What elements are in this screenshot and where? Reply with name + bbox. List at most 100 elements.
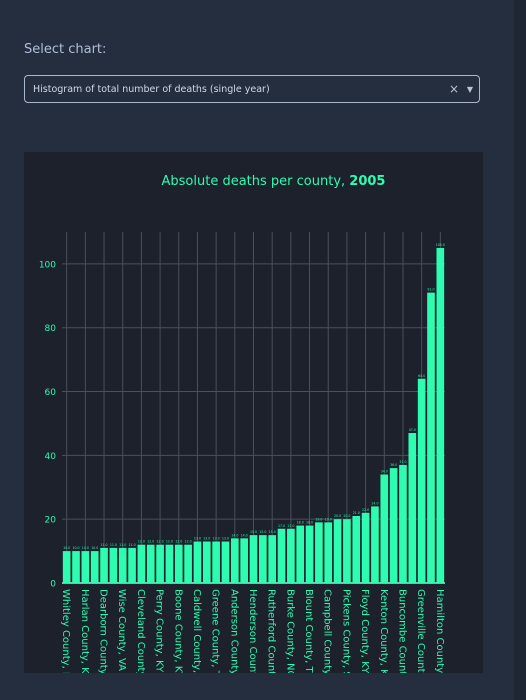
data-label: 64.0 [418,374,425,378]
data-label: 12.0 [175,540,182,544]
chart-title: Absolute deaths per county, 2005 [162,174,386,189]
bar [408,433,417,583]
bar [109,547,118,583]
data-label: 37.0 [399,460,406,464]
data-label: 34.0 [381,470,388,474]
data-label: 11.0 [110,543,117,547]
data-label: 11.0 [129,543,136,547]
y-tick-label: 60 [45,388,57,398]
data-label: 17.0 [287,524,294,528]
bar [240,538,248,583]
data-label: 12.0 [138,540,145,544]
bar [90,551,99,583]
bar [380,474,389,583]
data-label: 10.0 [63,546,70,550]
bar [118,547,127,583]
data-label: 13.0 [194,537,201,541]
bar [361,512,370,583]
bar [259,535,267,583]
chevron-down-icon[interactable]: ▼ [461,85,479,94]
bar [72,551,80,583]
bar [324,522,333,583]
data-label: 91.0 [427,288,434,292]
x-tick-label: Kenton County, KY [378,589,389,673]
data-label: 22.0 [362,508,369,512]
bar [174,544,183,583]
data-label: 19.0 [315,517,322,521]
bar [249,535,258,583]
bar [352,515,361,583]
bar [230,538,239,583]
bar [146,544,155,583]
bar [436,247,445,584]
y-tick-label: 0 [50,580,56,590]
bar [389,468,398,583]
bar [212,541,220,583]
data-label: 10.0 [72,546,79,550]
bar [81,551,90,583]
x-tick-label: Harlan County, KY [79,589,90,673]
bar [277,528,286,583]
chart-svg: Absolute deaths per county, 2005 0 20 40 60 8… [39,174,445,673]
x-tick-label: Anderson County, TN [228,589,239,673]
data-label: 15.0 [250,530,257,534]
bar [202,541,211,583]
bar [371,506,379,583]
data-label: 11.0 [100,543,107,547]
x-tick-label: Hamilton County, OH [434,589,445,673]
x-tick-label: Greene County, TN [210,589,221,673]
x-tick-label: Dearborn County, IN [98,589,109,673]
bar [399,464,407,583]
data-label: 10.0 [82,546,89,550]
x-tick-label: Rutherford County, NC [266,589,277,673]
x-tick-label: Buncombe County, NC [396,589,407,673]
x-tick-label: Cleveland County, NC [135,589,146,673]
data-label: 11.0 [119,543,126,547]
x-tick-label: Caldwell County, NC [191,589,202,673]
data-label: 20.0 [343,514,350,518]
data-label: 14.0 [241,533,248,537]
data-label: 10.0 [91,546,98,550]
bar [156,544,164,583]
data-label: 17.0 [278,524,285,528]
bar [100,547,108,583]
x-tick-label: Floyd County, KY [359,589,370,673]
data-label: 36.0 [390,463,397,467]
bar [137,544,146,583]
y-tick-label: 40 [45,452,57,462]
data-label: 13.0 [213,537,220,541]
data-label: 19.0 [325,517,332,521]
bar [128,547,136,583]
deaths-bar-chart: Absolute deaths per county, 2005 0 20 40 60 8… [24,152,483,673]
bar [315,522,323,583]
bar [333,519,342,583]
x-tick-label: Perry County, KY [154,589,165,673]
y-tick-label: 100 [39,260,56,270]
x-tick-label: Boone County, KY [172,589,183,673]
data-label: 47.0 [409,428,416,432]
bar [343,519,351,583]
data-label: 24.0 [371,501,378,505]
x-tick-label: Burke County, NC [284,589,295,673]
chart-select-value: Histogram of total number of deaths (sin… [33,83,270,95]
bar [165,544,174,583]
data-label: 18.0 [297,521,304,525]
bar [193,541,202,583]
x-tick-label: Blount County, TN [303,589,314,673]
close-icon[interactable]: × [447,82,461,96]
data-label: 18.0 [306,521,313,525]
bar [184,544,192,583]
bar [62,551,71,583]
data-label: 14.0 [231,533,238,537]
select-chart-label: Select chart: [24,42,107,57]
data-label: 12.0 [147,540,154,544]
data-label: 15.0 [259,530,266,534]
data-label: 21.0 [353,511,360,515]
data-label: 13.0 [222,537,229,541]
bar [427,292,435,583]
data-label: 15.0 [269,530,276,534]
chart-select-dropdown[interactable]: Histogram of total number of deaths (sin… [24,75,480,103]
bar [221,541,230,583]
page-scrollbar[interactable] [514,0,526,700]
x-tick-label: Henderson County, NC [247,589,258,673]
